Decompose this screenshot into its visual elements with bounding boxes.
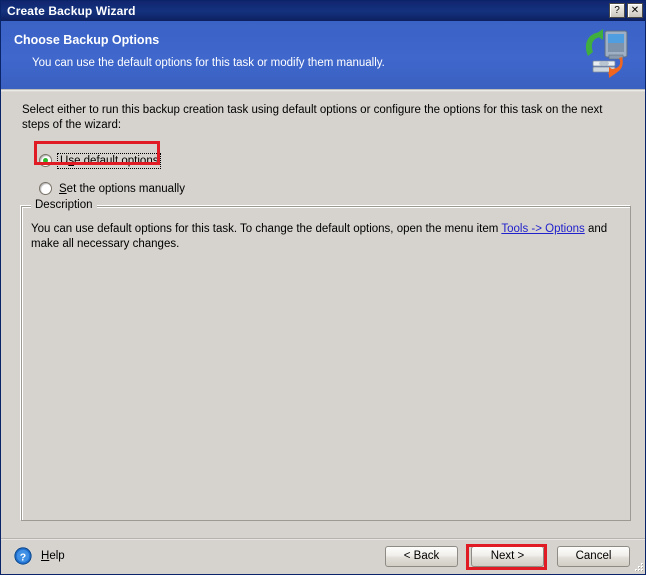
svg-text:?: ? xyxy=(20,551,26,563)
wizard-banner: Choose Backup Options You can use the de… xyxy=(1,21,645,89)
question-mark-icon: ? xyxy=(14,547,32,565)
radio-indicator-use-default[interactable] xyxy=(39,154,52,167)
description-group-box: Description You can use default options … xyxy=(21,199,631,521)
radio-indicator-set-manually[interactable] xyxy=(39,182,52,195)
wizard-body: Select either to run this backup creatio… xyxy=(1,92,645,538)
help-label: Help xyxy=(41,550,65,562)
back-button[interactable]: < Back xyxy=(385,546,458,567)
close-titlebar-button[interactable]: ✕ xyxy=(627,3,643,18)
window-title: Create Backup Wizard xyxy=(7,4,136,18)
backup-server-icon xyxy=(585,29,628,78)
tools-options-link[interactable]: Tools -> Options xyxy=(501,223,584,235)
title-bar-button-group: ? ✕ xyxy=(609,3,643,18)
radio-option-set-manually[interactable]: Set the options manually xyxy=(39,182,185,195)
radio-label-set-manually: Set the options manually xyxy=(59,182,185,195)
resize-grip[interactable] xyxy=(631,560,645,574)
banner-subheading: You can use the default options for this… xyxy=(32,57,385,69)
title-bar[interactable]: Create Backup Wizard ? ✕ xyxy=(1,1,645,21)
radio-option-use-default-options[interactable]: Use default options xyxy=(39,152,162,169)
radio-label-use-default: Use default options xyxy=(56,152,162,169)
next-button[interactable]: Next > xyxy=(471,546,544,567)
help-titlebar-button[interactable]: ? xyxy=(609,3,625,18)
wizard-footer: ? Help < Back Next > Cancel xyxy=(1,540,645,574)
wizard-button-group: < Back Next > Cancel xyxy=(385,546,630,567)
banner-heading: Choose Backup Options xyxy=(14,33,160,47)
description-text: You can use default options for this tas… xyxy=(31,223,608,250)
create-backup-wizard-window: Create Backup Wizard ? ✕ Choose Backup O… xyxy=(0,0,646,575)
description-legend: Description xyxy=(31,199,97,211)
instruction-text: Select either to run this backup creatio… xyxy=(22,104,603,131)
help-link[interactable]: ? Help xyxy=(13,546,65,566)
cancel-button[interactable]: Cancel xyxy=(557,546,630,567)
